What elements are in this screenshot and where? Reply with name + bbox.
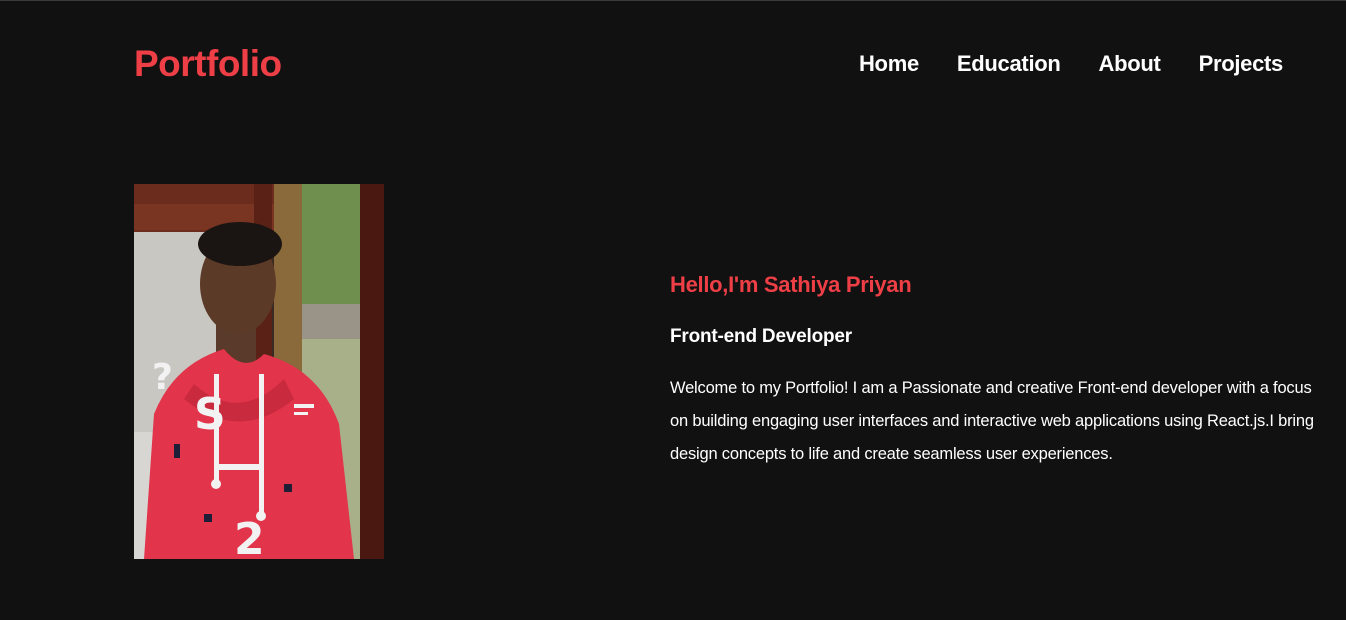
profile-photo: ? S 2 bbox=[134, 184, 384, 559]
nav-education-link[interactable]: Education bbox=[957, 49, 1061, 79]
bio-paragraph: Welcome to my Portfolio! I am a Passiona… bbox=[670, 379, 1314, 463]
nav-home-link[interactable]: Home bbox=[859, 49, 919, 79]
svg-text:S: S bbox=[194, 389, 226, 440]
main-nav: Home Education About Projects bbox=[859, 49, 1283, 79]
svg-text:2: 2 bbox=[234, 514, 265, 559]
nav-projects-link[interactable]: Projects bbox=[1199, 49, 1284, 79]
nav-about-link[interactable]: About bbox=[1099, 49, 1161, 79]
role-title: Front-end Developer bbox=[670, 326, 852, 347]
intro-section: Hello,I'm Sathiya Priyan Front-end Devel… bbox=[670, 268, 1320, 471]
navbar: Portfolio Home Education About Projects bbox=[0, 0, 1346, 128]
greeting-heading: Hello,I'm Sathiya Priyan bbox=[670, 272, 912, 297]
brand-logo[interactable]: Portfolio bbox=[134, 40, 282, 88]
svg-text:?: ? bbox=[152, 357, 173, 398]
